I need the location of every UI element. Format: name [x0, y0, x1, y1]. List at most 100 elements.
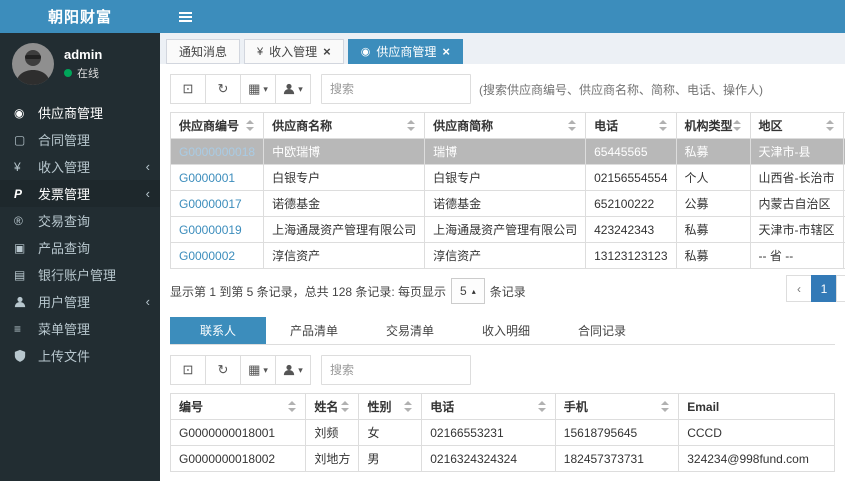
sidebar-item-supplier-mgmt[interactable]: ◉ 供应商管理	[0, 99, 160, 126]
table-row[interactable]: G0000001 白银专户 白银专户 02156554554 个人 山西省-长治…	[169, 164, 845, 191]
sort-icon[interactable]	[246, 120, 255, 131]
gender-cell: 女	[358, 419, 423, 446]
table-row[interactable]: G00000019 上海通晟资产管理有限公司 上海通晟资产管理有限公司 4232…	[169, 216, 845, 243]
page-button-2[interactable]: 2	[836, 275, 845, 302]
column-header-phone[interactable]: 电话	[421, 393, 556, 420]
sidebar-item-label: 银行账户管理	[38, 268, 117, 283]
table-row[interactable]: G00000017 诺德基金 诺德基金 652100222 公募 内蒙古自治区 …	[169, 190, 845, 217]
export-button[interactable]: ▾	[275, 355, 311, 385]
tab-contract-records[interactable]: 合同记录	[554, 317, 650, 344]
open-tabs-bar: 通知消息 ¥ 收入管理 × ◉ 供应商管理 ×	[160, 33, 845, 64]
card-icon: ▣	[14, 240, 26, 255]
export-button[interactable]: ▾	[275, 74, 311, 104]
phone-cell: 13123123123	[585, 242, 677, 269]
supplier-id-link[interactable]: G00000017	[179, 197, 242, 211]
supplier-short-name-cell: 瑞博	[424, 138, 587, 165]
sort-icon[interactable]	[407, 120, 416, 131]
contact-id-cell: G0000000018001	[169, 419, 307, 446]
sort-icon[interactable]	[341, 401, 350, 412]
sort-icon[interactable]	[404, 401, 413, 412]
table-row[interactable]: G0000000018001 刘频 女 02166553231 15618795…	[169, 419, 835, 446]
supplier-id-link[interactable]: G0000001	[179, 171, 235, 185]
columns-icon: ▦	[248, 362, 261, 377]
tab-contacts[interactable]: 联系人	[170, 317, 266, 344]
supplier-id-link[interactable]: G0000000018	[179, 145, 255, 159]
column-header-supplier-short-name[interactable]: 供应商简称	[424, 112, 587, 139]
sidebar-item-product-query[interactable]: ▣ 产品查询	[0, 234, 160, 261]
column-header-mobile[interactable]: 手机	[554, 393, 680, 420]
supplier-search-input[interactable]	[321, 74, 471, 104]
sidebar-item-transaction-query[interactable]: ® 交易查询	[0, 207, 160, 234]
supplier-short-name-cell: 白银专户	[424, 164, 587, 191]
sidebar-item-bank-account-mgmt[interactable]: ▤ 银行账户管理	[0, 261, 160, 288]
yen-icon: ¥	[257, 45, 264, 58]
supplier-id-link[interactable]: G0000002	[179, 249, 235, 263]
tab-supplier-mgmt[interactable]: ◉ 供应商管理 ×	[347, 39, 463, 64]
phone-cell: 02156554554	[585, 164, 677, 191]
sidebar-item-upload-file[interactable]: 上传文件	[0, 342, 160, 369]
supplier-header-row: 供应商编号 供应商名称 供应商简称 电话 机构类型 地区 操作人	[169, 112, 845, 139]
column-header-supplier-id[interactable]: 供应商编号	[169, 112, 265, 139]
email-cell: CCCD	[678, 419, 835, 446]
page-size-value: 5	[460, 284, 467, 298]
table-row[interactable]: G0000000018 中欧瑞博 瑞博 65445565 私募 天津市-县 ad…	[169, 138, 845, 165]
column-header-region[interactable]: 地区	[749, 112, 844, 139]
tab-product-list[interactable]: 产品清单	[266, 317, 362, 344]
sidebar-item-user-mgmt[interactable]: 用户管理 ‹	[0, 288, 160, 315]
column-header-supplier-name[interactable]: 供应商名称	[263, 112, 426, 139]
tab-label: 通知消息	[179, 45, 228, 59]
tab-transaction-list[interactable]: 交易清单	[362, 317, 458, 344]
tab-income-mgmt[interactable]: ¥ 收入管理 ×	[244, 39, 344, 64]
detail-view-button[interactable]: ⊡	[170, 355, 206, 385]
columns-button[interactable]: ▦ ▾	[240, 355, 276, 385]
supplier-short-name-cell: 上海通晟资产管理有限公司	[424, 216, 587, 243]
page-button-1[interactable]: 1	[811, 275, 837, 302]
tab-notifications[interactable]: 通知消息	[166, 39, 241, 64]
sort-icon[interactable]	[288, 401, 297, 412]
sort-icon[interactable]	[732, 120, 742, 131]
sort-icon[interactable]	[568, 120, 577, 131]
region-cell: 天津市-市辖区	[749, 216, 844, 243]
sidebar-menu: ◉ 供应商管理 ▢ 合同管理 ¥ 收入管理 ‹ P 发票管理 ‹ ® 交易查询	[0, 99, 160, 369]
sidebar-toggle-button[interactable]	[175, 8, 196, 26]
sort-icon[interactable]	[658, 120, 668, 131]
sidebar-item-label: 产品查询	[38, 241, 91, 256]
sort-icon[interactable]	[661, 401, 670, 412]
detail-view-button[interactable]: ⊡	[170, 74, 206, 104]
region-cell: 内蒙古自治区	[749, 190, 844, 217]
sort-icon[interactable]	[825, 120, 835, 131]
column-header-email[interactable]: Email	[678, 393, 835, 420]
close-icon[interactable]: ×	[442, 45, 450, 58]
shield-icon	[14, 349, 38, 362]
tab-income-detail[interactable]: 收入明细	[458, 317, 554, 344]
avatar-photo	[12, 43, 54, 85]
sidebar-item-label: 收入管理	[38, 160, 91, 175]
user-status[interactable]: 在线	[64, 65, 102, 81]
contact-search-input[interactable]	[321, 355, 471, 385]
column-header-gender[interactable]: 性别	[358, 393, 423, 420]
sort-icon[interactable]	[537, 401, 547, 412]
close-icon[interactable]: ×	[323, 45, 331, 58]
page-size-dropdown[interactable]: 5 ▴	[451, 278, 485, 304]
sidebar-item-contract-mgmt[interactable]: ▢ 合同管理	[0, 126, 160, 153]
sidebar-item-income-mgmt[interactable]: ¥ 收入管理 ‹	[0, 153, 160, 180]
column-header-name[interactable]: 姓名	[305, 393, 360, 420]
caret-up-icon: ▴	[471, 286, 476, 296]
column-header-org-type[interactable]: 机构类型	[675, 112, 751, 139]
refresh-button[interactable]: ↻	[205, 355, 241, 385]
column-header-contact-id[interactable]: 编号	[169, 393, 307, 420]
sidebar: 朝阳财富 admin 在线 ◉ 供应商管理 ▢ 合同管理 ¥ 收入管理 ‹ P …	[0, 0, 160, 481]
supplier-panel: ⊡ ↻ ▦ ▾ ▾ 搜索 (搜索供应商编号、供应商名称、简称、电话、操作人) 供…	[160, 64, 845, 481]
user-info: admin 在线	[64, 47, 102, 81]
table-row[interactable]: G0000002 淳信资产 淳信资产 13123123123 私募 -- 省 -…	[169, 242, 845, 269]
sidebar-item-invoice-mgmt[interactable]: P 发票管理 ‹	[0, 180, 160, 207]
column-header-phone[interactable]: 电话	[585, 112, 677, 139]
sidebar-item-menu-mgmt[interactable]: ≡ 菜单管理	[0, 315, 160, 342]
columns-button[interactable]: ▦ ▾	[240, 74, 276, 104]
avatar[interactable]	[12, 43, 54, 85]
prev-page-button[interactable]: ‹	[786, 275, 812, 302]
table-row[interactable]: G0000000018002 刘地方 男 0216324324324 18245…	[169, 445, 835, 472]
brand-logo[interactable]: 朝阳财富	[0, 0, 160, 33]
refresh-button[interactable]: ↻	[205, 74, 241, 104]
supplier-id-link[interactable]: G00000019	[179, 223, 242, 237]
